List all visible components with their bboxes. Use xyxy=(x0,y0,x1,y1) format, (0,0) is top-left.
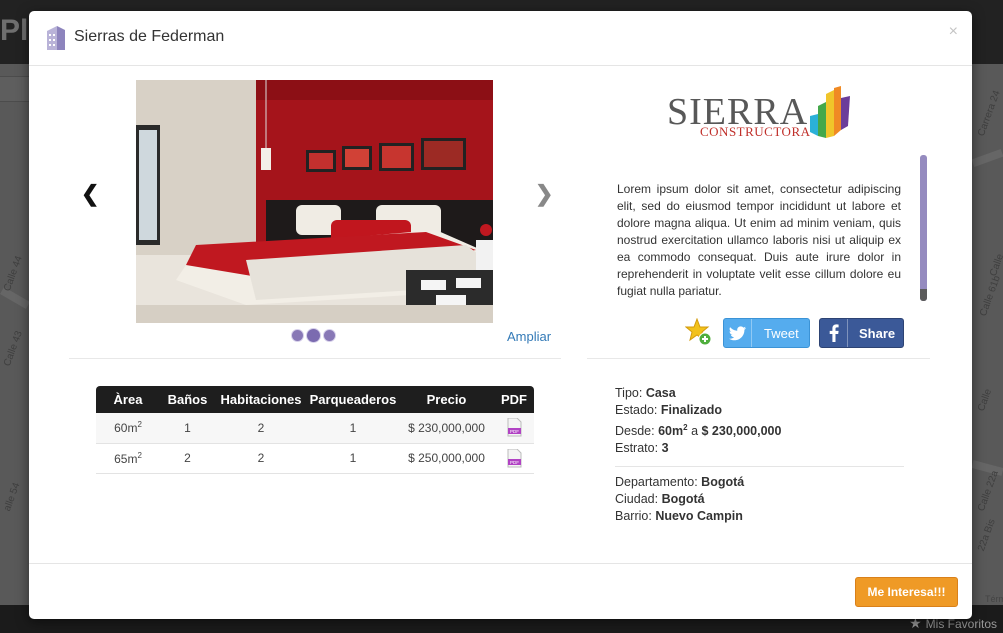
builder-logo: SIERRA CONSTRUCTORA xyxy=(665,86,855,146)
col-header-parqueaderos: Parqueaderos xyxy=(307,386,399,413)
carousel-dot-active[interactable] xyxy=(306,328,321,344)
detail-estrato: Estrato: 3 xyxy=(615,441,669,456)
favorites-label: Mis Favoritos xyxy=(925,617,997,631)
detail-tipo: Tipo: Casa xyxy=(615,386,676,400)
map-label: Calle 44 xyxy=(2,254,25,293)
carousel-indicators xyxy=(291,327,338,344)
svg-text:PDF: PDF xyxy=(510,460,519,465)
interest-button[interactable]: Me Interesa!!! xyxy=(855,577,958,607)
carousel-dot[interactable] xyxy=(291,329,304,343)
table-header-row: Àrea Baños Habitaciones Parqueaderos Pre… xyxy=(96,386,534,413)
map-label: Calle 61b xyxy=(978,274,1003,318)
cell-habitaciones: 2 xyxy=(215,413,307,444)
expand-photo-link[interactable]: Ampliar xyxy=(507,329,551,344)
facebook-icon xyxy=(820,319,848,347)
units-table: Àrea Baños Habitaciones Parqueaderos Pre… xyxy=(96,386,534,474)
detail-estado: Estado: Finalizado xyxy=(615,403,722,417)
map-road xyxy=(971,148,1003,168)
detail-desde: Desde: 60m2 a $ 230,000,000 xyxy=(615,423,782,439)
cell-parqueaderos: 1 xyxy=(307,413,399,444)
detail-ciudad: Ciudad: Bogotá xyxy=(615,492,705,507)
carousel-prev-button[interactable]: ❮ xyxy=(81,181,99,207)
table-row: 60m2 1 2 1 $ 230,000,000 PDF xyxy=(96,413,534,444)
col-header-habitaciones: Habitaciones xyxy=(215,386,307,413)
close-button[interactable]: × xyxy=(949,23,958,41)
col-header-pdf: PDF xyxy=(494,386,534,413)
map-label: alle 54 xyxy=(2,481,23,513)
share-button[interactable]: Share xyxy=(819,318,904,348)
cell-area: 60m2 xyxy=(96,413,160,444)
modal-header: Sierras de Federman × xyxy=(29,11,972,66)
table-row: 65m2 2 2 1 $ 250,000,000 PDF xyxy=(96,443,534,474)
divider xyxy=(587,358,930,359)
builder-logo-sub: CONSTRUCTORA xyxy=(700,124,811,139)
carousel-dot[interactable] xyxy=(323,329,336,343)
divider xyxy=(69,358,561,359)
cell-banos: 1 xyxy=(160,413,215,444)
property-details: Tipo: Casa Estado: Finalizado Desde: 60m… xyxy=(615,385,904,525)
col-header-area: Àrea xyxy=(96,386,160,413)
carousel-next-button[interactable]: ❯ xyxy=(535,181,553,207)
tweet-button[interactable]: Tweet xyxy=(723,318,810,348)
description-scrollbar[interactable] xyxy=(920,155,927,301)
map-terms-link[interactable]: Térm xyxy=(985,594,1003,604)
map-label: Calle xyxy=(976,387,995,413)
photo-carousel: ❮ ❯ Ampliar xyxy=(69,79,561,349)
modal-footer: Me Interesa!!! xyxy=(29,563,972,619)
map-road xyxy=(0,287,30,309)
detail-barrio: Barrio: Nuevo Campin xyxy=(615,509,743,524)
col-header-banos: Baños xyxy=(160,386,215,413)
bedroom-photo xyxy=(136,80,493,323)
tweet-label: Tweet xyxy=(764,326,799,341)
map-label: Calle 43 xyxy=(2,329,25,368)
logo-bars-icon xyxy=(810,86,850,138)
builder-description: Lorem ipsum dolor sit amet, consectetur … xyxy=(617,182,901,298)
cell-precio: $ 250,000,000 xyxy=(399,443,494,474)
cell-pdf: PDF xyxy=(494,443,534,474)
star-add-icon[interactable] xyxy=(685,318,713,346)
share-label: Share xyxy=(859,326,896,341)
building-icon xyxy=(47,26,65,50)
twitter-icon xyxy=(724,319,752,347)
cell-parqueaderos: 1 xyxy=(307,443,399,474)
cell-precio: $ 230,000,000 xyxy=(399,413,494,444)
cell-banos: 2 xyxy=(160,443,215,474)
pdf-icon[interactable]: PDF xyxy=(507,448,522,468)
cell-pdf: PDF xyxy=(494,413,534,444)
map-label: 22a Bis xyxy=(976,517,998,553)
pdf-icon[interactable]: PDF xyxy=(507,418,522,437)
property-photo[interactable] xyxy=(136,80,493,323)
map-label: Calle xyxy=(988,252,1003,278)
map-label: Calle 22a xyxy=(976,469,1001,513)
map-label: Carrera 24 xyxy=(976,89,1003,138)
cell-area: 65m2 xyxy=(96,443,160,474)
col-header-precio: Precio xyxy=(399,386,494,413)
divider xyxy=(615,466,904,468)
property-modal: Sierras de Federman × ❮ ❯ Ampliar SIERRA… xyxy=(29,11,972,619)
background-search-strip xyxy=(0,76,30,102)
modal-title: Sierras de Federman xyxy=(74,28,225,45)
detail-departamento: Departamento: Bogotá xyxy=(615,475,745,490)
svg-text:PDF: PDF xyxy=(510,429,519,434)
cell-habitaciones: 2 xyxy=(215,443,307,474)
